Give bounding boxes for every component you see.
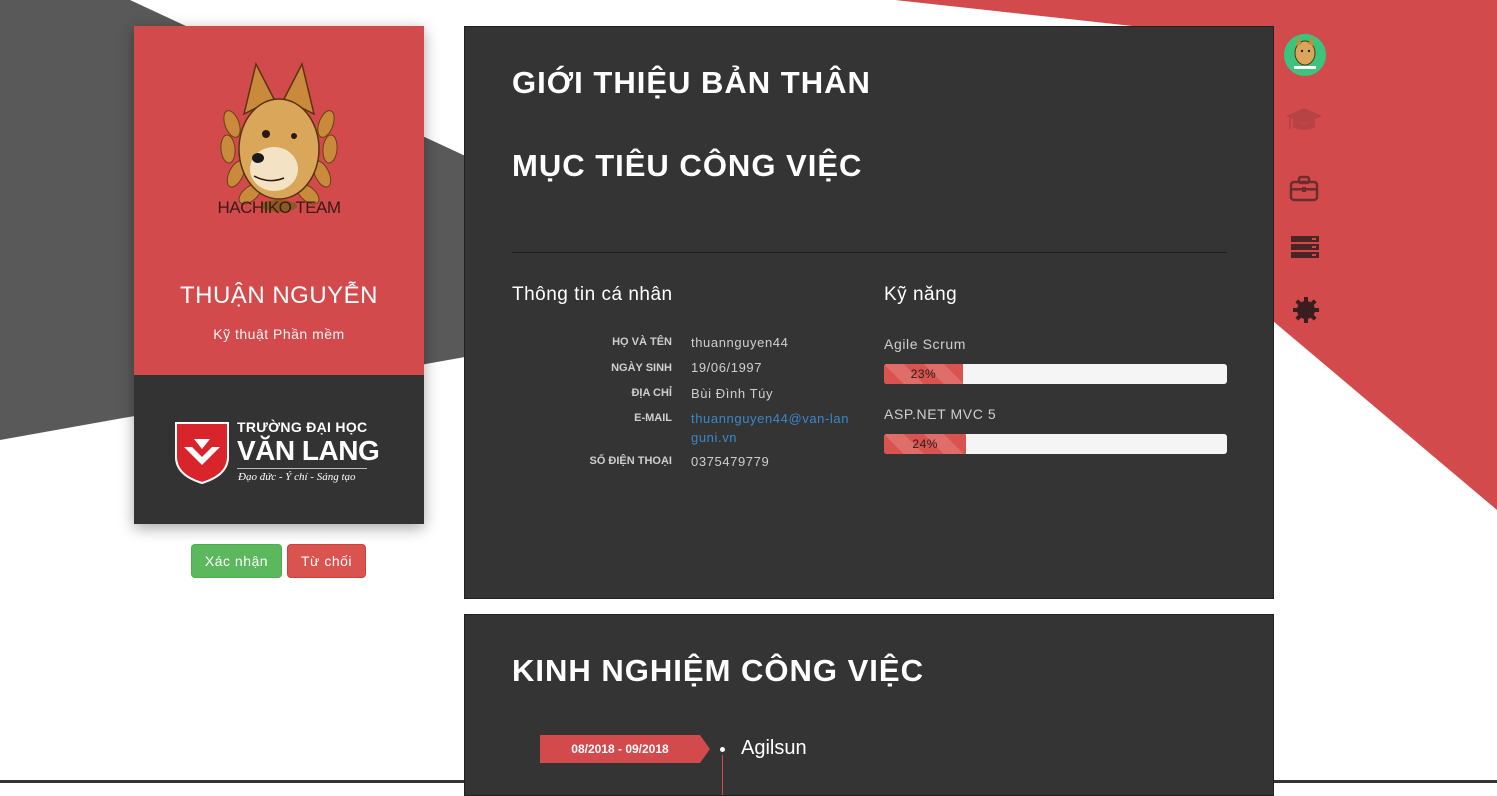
team-name: HACHIKO TEAM	[217, 198, 341, 217]
info-value-phone: 0375479779	[691, 454, 770, 469]
profile-header: HACHIKO TEAM THUẬN NGUYỄN Kỹ thuật Phần …	[134, 26, 424, 375]
experience-company: Agilsun	[741, 737, 807, 759]
skills-title: Kỹ năng	[884, 284, 958, 305]
info-label-email: E-MAIL	[634, 412, 672, 424]
gear-icon	[1293, 297, 1319, 323]
about-title: GIỚI THIỆU BẢN THÂN	[512, 65, 871, 100]
nav-avatar[interactable]	[1284, 34, 1328, 78]
nav-education[interactable]	[1284, 104, 1328, 148]
info-value-birthday: 19/06/1997	[691, 360, 763, 375]
university-rule	[237, 468, 367, 469]
nav-experience[interactable]	[1284, 174, 1328, 218]
university-name: VĂN LANG	[237, 435, 380, 466]
info-value-address: Bùi Đình Túy	[691, 386, 774, 401]
briefcase-icon	[1289, 175, 1319, 202]
university-motto: Đạo đức - Ý chí - Sáng tạo	[238, 471, 356, 483]
nav-settings[interactable]	[1284, 296, 1328, 340]
skill-progress-bar: 24%	[884, 434, 1227, 454]
university-shield-icon	[175, 422, 229, 485]
skill-name: Agile Scrum	[884, 336, 967, 352]
graduation-cap-icon	[1286, 108, 1322, 130]
skill-progress-fill: 23%	[884, 364, 963, 384]
personal-info-title: Thông tin cá nhân	[512, 284, 673, 305]
info-value-name: thuannguyen44	[691, 335, 789, 350]
confirm-button[interactable]: Xác nhận	[191, 544, 282, 578]
info-label-phone: SỐ ĐIỆN THOẠI	[589, 455, 672, 467]
skill-progress-bar: 23%	[884, 364, 1227, 384]
info-label-birthday: NGÀY SINH	[611, 362, 672, 374]
avatar	[1284, 34, 1326, 76]
about-panel: GIỚI THIỆU BẢN THÂN MỤC TIÊU CÔNG VIỆC T…	[464, 26, 1274, 599]
doge-avatar-icon	[1284, 34, 1326, 76]
reject-button[interactable]: Từ chối	[287, 544, 366, 578]
info-label-address: ĐỊA CHỈ	[631, 387, 672, 399]
timeline-dot	[720, 747, 725, 752]
goal-title: MỤC TIÊU CÔNG VIỆC	[512, 148, 863, 183]
profile-major: Kỹ thuật Phần mềm	[213, 326, 345, 342]
section-divider	[512, 252, 1227, 253]
skill-progress-fill: 24%	[884, 434, 967, 454]
experience-date-tag: 08/2018 - 09/2018	[540, 735, 710, 763]
info-value-email[interactable]: thuannguyen44@van-languni.vn	[691, 409, 851, 447]
university-line1: TRƯỜNG ĐẠI HỌC	[237, 419, 368, 435]
experience-title: KINH NGHIỆM CÔNG VIỆC	[512, 653, 924, 688]
info-label-name: HỌ VÀ TÊN	[612, 336, 672, 348]
profile-name: THUẬN NGUYỄN	[179, 282, 378, 309]
server-icon	[1291, 236, 1319, 258]
nav-projects[interactable]	[1284, 234, 1328, 278]
timeline-line	[722, 755, 723, 795]
university-section: TRƯỜNG ĐẠI HỌC VĂN LANG Đạo đức - Ý chí …	[134, 375, 424, 524]
profile-card: HACHIKO TEAM THUẬN NGUYỄN Kỹ thuật Phần …	[134, 26, 424, 524]
experience-panel: KINH NGHIỆM CÔNG VIỆC 08/2018 - 09/2018 …	[464, 614, 1274, 796]
skill-name: ASP.NET MVC 5	[884, 406, 997, 422]
